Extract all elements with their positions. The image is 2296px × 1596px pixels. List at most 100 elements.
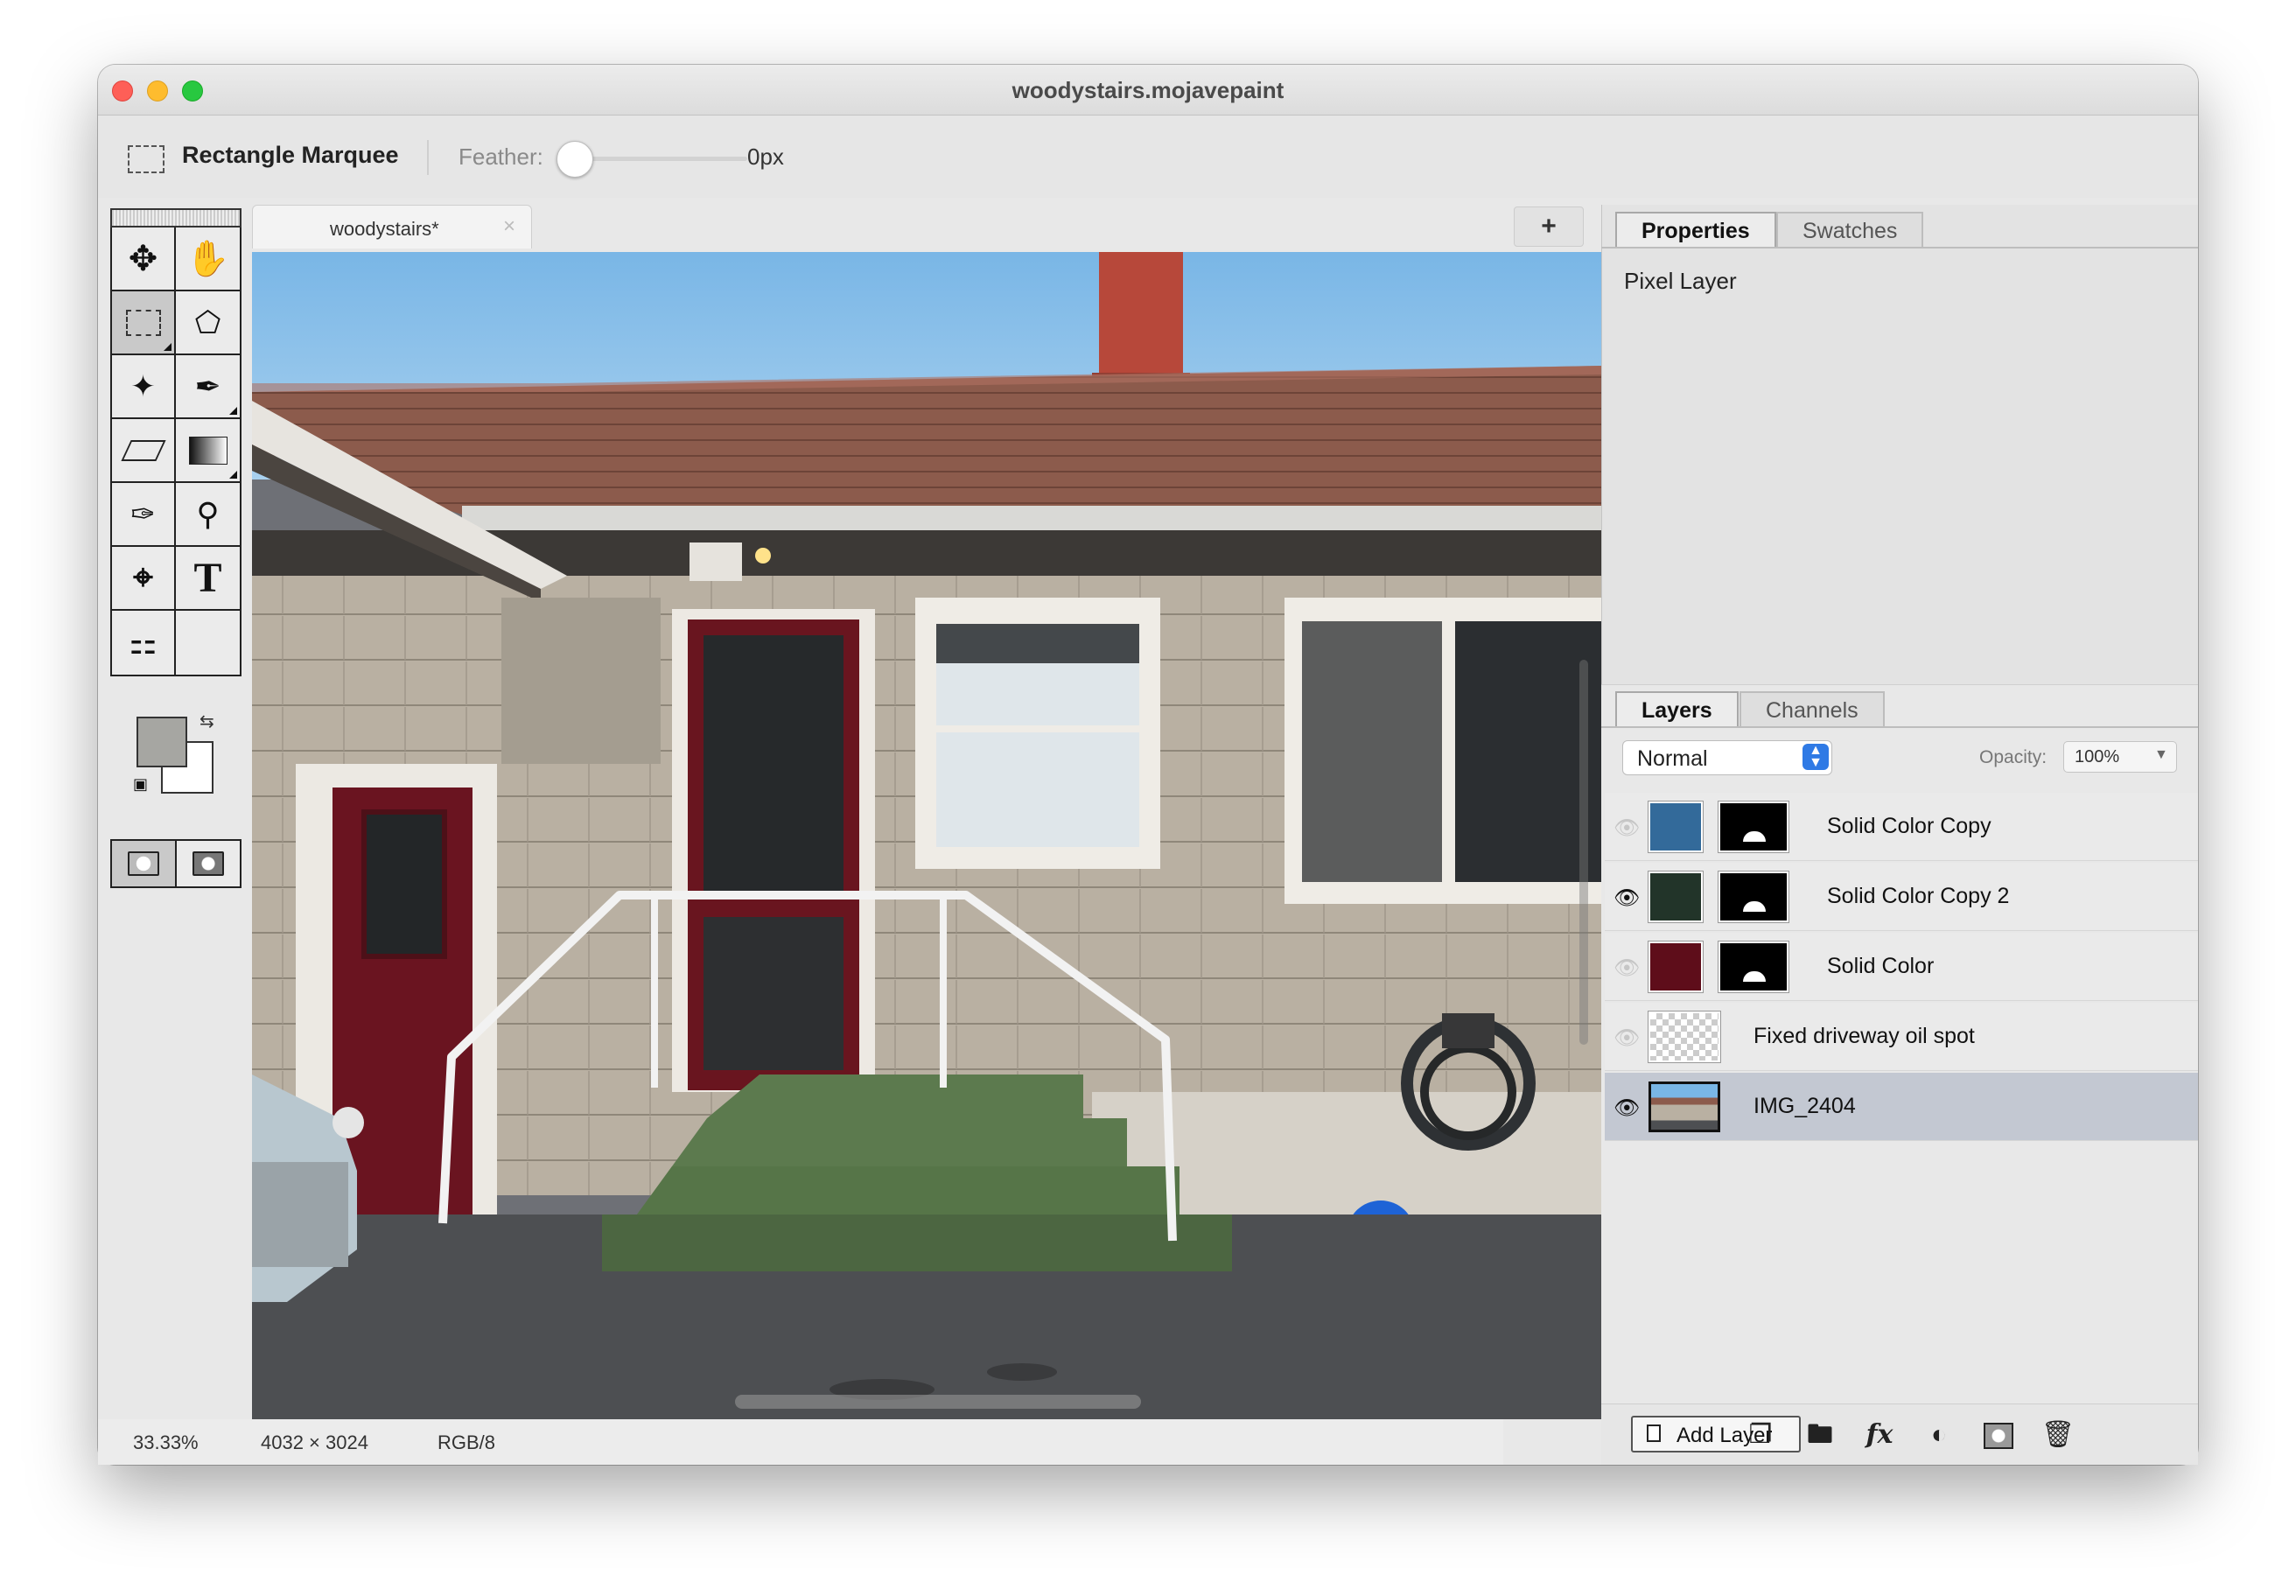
close-tab-icon[interactable]: × [503, 214, 515, 239]
add-layer-icon [1647, 1424, 1661, 1442]
title-bar: woodystairs.mojavepaint [98, 65, 2198, 116]
visibility-eye-icon[interactable]: 👁 [1614, 1096, 1640, 1121]
move-icon: ✥ [128, 239, 158, 278]
gradient-icon [188, 436, 228, 465]
tab-channels[interactable]: Channels [1740, 691, 1885, 726]
layer-name: Fixed driveway oil spot [1754, 1024, 1975, 1048]
visibility-eye-icon[interactable]: 👁 [1614, 956, 1640, 981]
visibility-eye-icon[interactable]: 👁 [1614, 886, 1640, 911]
opacity-dropdown-icon[interactable]: ▼ [2154, 747, 2168, 763]
photo-canvas-image [252, 252, 1601, 1419]
visibility-eye-icon[interactable]: 👁 [1614, 816, 1640, 841]
brush-icon: ✒ [194, 368, 221, 404]
options-bar [98, 116, 2198, 198]
layer-color-thumbnail [1648, 871, 1704, 923]
opacity-label: Opacity: [1979, 747, 2048, 767]
swap-colors-icon[interactable]: ⇆ [200, 710, 214, 732]
options-separator [427, 140, 429, 175]
quick-mask-icon [192, 851, 224, 876]
tab-layers[interactable]: Layers [1615, 691, 1739, 726]
magic-wand-tool[interactable]: ✦ [112, 355, 176, 419]
rectangle-marquee-icon [128, 145, 164, 173]
new-tab-button[interactable]: + [1514, 206, 1584, 247]
layer-row[interactable]: 👁 Solid Color [1605, 933, 2198, 1001]
layer-row[interactable]: 👁 Fixed driveway oil spot [1605, 1003, 2198, 1071]
tab-swatches[interactable]: Swatches [1776, 212, 1924, 247]
quick-mask-mode-button[interactable] [177, 841, 240, 886]
properties-content: Pixel Layer [1624, 268, 1737, 294]
layer-name: Solid Color Copy 2 [1827, 884, 2010, 908]
layer-row[interactable]: 👁 Solid Color Copy [1605, 793, 2198, 861]
clone-stamp-icon: ⚏ [129, 624, 158, 661]
quick-mask-modes [110, 839, 242, 888]
lasso-tool[interactable]: ⬠ [176, 291, 240, 355]
layer-photo-thumbnail [1648, 1082, 1720, 1132]
eyedropper-icon: ✑ [130, 497, 156, 531]
layer-transparent-thumbnail [1648, 1011, 1721, 1063]
adjustment-layer-icon[interactable]: ◐ [1920, 1416, 1958, 1454]
standard-mode-button[interactable] [112, 841, 177, 886]
standard-mode-icon [128, 851, 159, 876]
reset-colors-icon[interactable]: ▣ [133, 775, 148, 794]
layer-mask-thumbnail[interactable] [1718, 801, 1789, 853]
layer-mask-glyph [1984, 1423, 2013, 1450]
blend-mode-chevron-icon[interactable]: ▲ ▼ [1802, 744, 1829, 770]
color-mode: RGB/8 [438, 1432, 496, 1453]
current-tool-name: Rectangle Marquee [182, 142, 399, 168]
duplicate-layer-icon[interactable]: ❐ [1741, 1416, 1780, 1454]
toolbox-grip[interactable] [110, 208, 242, 228]
text-tool[interactable]: T [176, 547, 240, 611]
zoom-tool[interactable]: ⚲ [176, 483, 240, 547]
layer-color-thumbnail [1648, 941, 1704, 993]
zoom-level[interactable]: 33.33% [133, 1432, 199, 1454]
feather-value: 0px [747, 144, 784, 170]
toolbox: ✥ ✋ ⬠ ✦ ✒ ✑ ⚲ ⌖ T ⚏ [110, 228, 242, 676]
lasso-icon: ⬠ [194, 305, 221, 340]
foreground-color-swatch[interactable] [136, 717, 187, 767]
rectangle-marquee-tool[interactable] [112, 291, 176, 355]
document-tab-label: woodystairs* [330, 218, 439, 241]
visibility-eye-icon[interactable]: 👁 [1614, 1026, 1640, 1051]
trash-icon[interactable]: 🗑 [2039, 1416, 2077, 1454]
document-tab[interactable]: woodystairs* × [252, 205, 532, 248]
canvas-horizontal-scrollbar[interactable] [735, 1395, 1141, 1409]
document-tab-name: woodystairs [330, 218, 432, 240]
layer-mask-icon[interactable] [1979, 1416, 2018, 1454]
eraser-tool[interactable] [112, 419, 176, 483]
zoom-icon: ⚲ [196, 495, 220, 532]
layer-mask-thumbnail[interactable] [1718, 871, 1789, 923]
text-icon: T [193, 555, 222, 601]
eyedropper-tool[interactable]: ✑ [112, 483, 176, 547]
layer-mask-thumbnail[interactable] [1718, 941, 1789, 993]
magic-wand-icon: ✦ [130, 369, 156, 403]
layer-row-selected[interactable]: 👁 IMG_2404 [1605, 1073, 2198, 1141]
canvas[interactable] [252, 252, 1601, 1419]
eraser-icon [120, 439, 166, 461]
layers-tabs: Layers Channels [1601, 684, 2198, 728]
layer-row[interactable]: 👁 Solid Color Copy 2 [1605, 863, 2198, 931]
marquee-icon [125, 309, 161, 336]
layer-color-thumbnail [1648, 801, 1704, 853]
folder-icon[interactable]: 🖿 [1801, 1416, 1839, 1454]
gradient-tool[interactable] [176, 419, 240, 483]
move-tool[interactable]: ✥ [112, 228, 176, 291]
tab-properties[interactable]: Properties [1615, 212, 1776, 247]
layer-name: IMG_2404 [1754, 1094, 1856, 1118]
hand-tool[interactable]: ✋ [176, 228, 240, 291]
feather-label: Feather: [458, 144, 543, 170]
layer-name: Solid Color [1827, 954, 1935, 978]
feather-slider-knob[interactable] [556, 141, 593, 178]
clone-stamp-tool[interactable]: ⚏ [112, 611, 176, 675]
properties-tabs: Properties Swatches [1601, 205, 2198, 248]
canvas-vertical-scrollbar[interactable] [1579, 660, 1588, 1045]
empty-tool-slot [176, 611, 240, 675]
crop-icon: ⌖ [133, 558, 153, 597]
layer-name: Solid Color Copy [1827, 814, 1992, 838]
brush-tool[interactable]: ✒ [176, 355, 240, 419]
document-modified-indicator: * [431, 218, 439, 240]
blend-mode-select[interactable]: Normal [1622, 740, 1832, 775]
fx-effects-icon[interactable]: fx [1860, 1416, 1899, 1454]
crop-tool[interactable]: ⌖ [112, 547, 176, 611]
image-dimensions: 4032 × 3024 [261, 1432, 368, 1453]
hand-icon: ✋ [186, 240, 230, 278]
